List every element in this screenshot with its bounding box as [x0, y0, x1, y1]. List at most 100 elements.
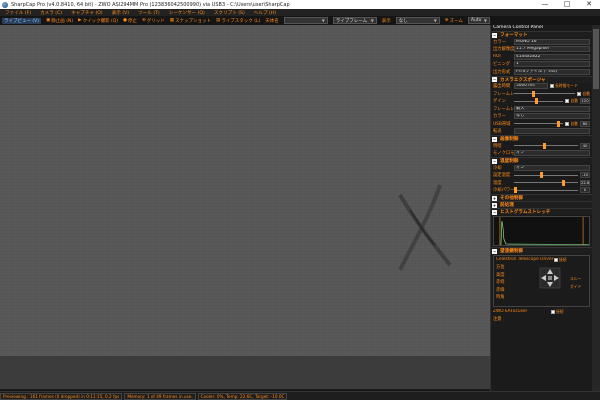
bandwidth-value[interactable]: 80 — [580, 120, 590, 127]
stack-icon: ▤ — [216, 18, 221, 23]
color-select[interactable]: MONO 16 — [514, 38, 590, 45]
zoom-label: ⊕ ズーム — [444, 18, 463, 24]
auto-bandwidth-checkbox[interactable]: 自動 — [565, 121, 578, 127]
app-logo-icon — [2, 1, 8, 8]
format-row: ROI 4144x2822 — [491, 53, 592, 61]
temperature-value: 22.6 — [580, 179, 590, 186]
menu-scripting[interactable]: スクリプト (S) — [214, 10, 245, 16]
roi-select[interactable]: 4144x2822 — [514, 53, 590, 60]
exposure-input[interactable]: 5000 ms — [514, 83, 548, 90]
bandwidth-slider[interactable] — [514, 120, 564, 127]
panel-footer: 注意 — [493, 317, 502, 323]
snapshot-icon: ▦ — [169, 18, 175, 23]
target-name-input[interactable]: ▼ — [283, 17, 328, 24]
target-temp-value[interactable]: -10 — [580, 172, 590, 179]
collapse-icon: − — [492, 248, 497, 254]
collapse-icon: − — [492, 77, 497, 82]
format-row: 出力解像度モード11.7 Megapixel — [491, 46, 592, 54]
cooler-power-value: 0 — [580, 187, 590, 194]
expand-icon: + — [492, 195, 497, 201]
stop-button[interactable]: ● 停止 — [123, 18, 137, 24]
grid-button[interactable]: ⊕ グリッド — [142, 18, 165, 24]
format-row: 出力形式 FITSファイル (*.fits) — [491, 68, 592, 76]
exposure-slider[interactable] — [514, 90, 576, 97]
status-cooler: Cooler: 0%, Temp: 22.6C, Target: -10.0C — [197, 392, 288, 400]
histogram-display[interactable] — [493, 216, 590, 246]
menu-camera[interactable]: カメラ (C) — [40, 10, 62, 16]
minimize-button[interactable]: — — [534, 0, 556, 9]
still-mode-button[interactable]: ▣ 静止画 (N) — [46, 18, 73, 24]
section-histogram[interactable]: − ヒストグラムストレッチ — [491, 208, 592, 215]
temperature-gauge — [514, 179, 578, 186]
live-stack-button[interactable]: ▤ ライブスタック (L) — [216, 18, 260, 24]
section-telescope[interactable]: − 望遠鏡制御 — [491, 247, 592, 254]
section-preprocess[interactable]: + 前処理 — [491, 201, 592, 208]
target-temp-slider[interactable] — [514, 172, 578, 179]
focuser-connect-checkbox[interactable]: 接続 — [551, 309, 564, 315]
speed-select[interactable] — [514, 128, 590, 135]
quick-capture-button[interactable]: ▶ クイック撮影 (Q) — [78, 18, 118, 24]
section-misc[interactable]: + その他制御 — [491, 194, 592, 201]
auto-exposure-checkbox[interactable]: 自動 — [577, 91, 590, 97]
menu-view[interactable]: 表示 (V) — [112, 10, 129, 16]
panel-scrollbar[interactable] — [592, 25, 600, 391]
section-display[interactable]: − 画像制御 — [491, 135, 592, 142]
binning-select[interactable]: 1 — [514, 61, 590, 68]
status-memory: Memory: 1 of 49 frames in use. — [124, 392, 196, 400]
mono-mode-select[interactable]: オフ — [514, 150, 590, 157]
menu-sequencer[interactable]: シーケンサー (Q) — [169, 10, 205, 16]
scrollbar-thumb[interactable] — [593, 29, 599, 89]
collapse-icon: − — [492, 209, 497, 215]
frame-rate-row: フレームレート最大 — [491, 105, 592, 113]
color-mode-select[interactable]: なし — [514, 113, 590, 120]
collapse-icon: − — [492, 32, 497, 38]
menu-tools[interactable]: ツール (T) — [138, 10, 160, 16]
frame-rate-select[interactable]: 最大 — [514, 105, 590, 112]
auto-gain-checkbox[interactable]: 自動 — [565, 98, 578, 104]
viewport-dark-band — [0, 356, 490, 389]
direction-pad[interactable] — [538, 266, 562, 290]
section-format[interactable]: − フォーマット — [491, 31, 592, 38]
toolbar: ライブビュー (V) ▣ 静止画 (N) ▶ クイック撮影 (Q) ● 停止 ⊕ グリッ… — [0, 16, 600, 25]
menu-bar: ファイル (F) カメラ (C) キャプチャ (O) 表示 (V) ツール (T… — [0, 9, 600, 16]
play-icon: ▶ — [78, 18, 82, 23]
menu-file[interactable]: ファイル (F) — [5, 10, 31, 16]
telescope-control: Celestron Telescope Driver 接続 方位 高度 赤経 赤緯… — [493, 255, 590, 307]
format-row: ビニング 1 — [491, 61, 592, 69]
telescope-driver: Celestron Telescope Driver — [496, 257, 554, 263]
grid-icon: ⊕ — [142, 18, 146, 23]
cooler-select[interactable]: オン — [514, 164, 590, 171]
frame-type-select[interactable]: ライブフレーム ▼ — [332, 17, 377, 24]
display-mode-label: 表示 — [381, 18, 391, 24]
brightness-value[interactable]: 40 — [580, 142, 590, 149]
telescope-connect-checkbox[interactable]: 接続 — [554, 257, 567, 263]
window-controls: — □ ✕ — [534, 0, 600, 9]
display-select[interactable]: なし ▼ — [395, 17, 440, 24]
gain-row: ゲイン 自動 120 — [493, 98, 590, 105]
long-exposure-checkbox[interactable]: 長時間モード — [550, 83, 578, 89]
guide-button[interactable]: ガイド — [570, 284, 581, 290]
close-button[interactable]: ✕ — [578, 0, 600, 9]
live-view-button[interactable]: ライブビュー (V) — [2, 17, 42, 24]
title-bar: SharpCap Pro (v4.0.8410, 64 bit) - ZWO A… — [0, 0, 600, 9]
menu-help[interactable]: ヘルプ (H) — [254, 10, 276, 16]
exposure-row: 露出時間 5000 ms 長時間モード — [493, 83, 578, 90]
pier-label: 時角 — [496, 295, 505, 301]
section-exposure[interactable]: − カメラエクスポージャ — [491, 75, 592, 83]
collapse-icon: − — [492, 158, 497, 164]
brightness-slider[interactable] — [514, 142, 578, 149]
maximize-button[interactable]: □ — [556, 0, 578, 9]
resolution-select[interactable]: 11.7 Megapixel — [514, 46, 590, 53]
stop-icon: ● — [123, 18, 127, 23]
menu-capture[interactable]: キャプチャ (O) — [71, 10, 103, 16]
gain-slider[interactable] — [514, 98, 564, 105]
camera-control-panel: Camera Control Panel − フォーマット カラー MONO 16 … — [490, 25, 592, 391]
cooler-power-row: 冷却パワー 0 — [491, 187, 592, 195]
zoom-select[interactable]: Auto ▼ — [467, 17, 490, 24]
slew-button[interactable]: スルー — [570, 276, 581, 282]
temperature-row: 温度 22.6 — [493, 179, 590, 186]
snapshot-button[interactable]: ▦ スナップショット — [170, 18, 211, 24]
gain-value[interactable]: 120 — [580, 98, 590, 105]
section-cooling[interactable]: − 温度制御 — [491, 157, 592, 164]
output-format-select[interactable]: FITSファイル (*.fits) — [514, 68, 590, 75]
